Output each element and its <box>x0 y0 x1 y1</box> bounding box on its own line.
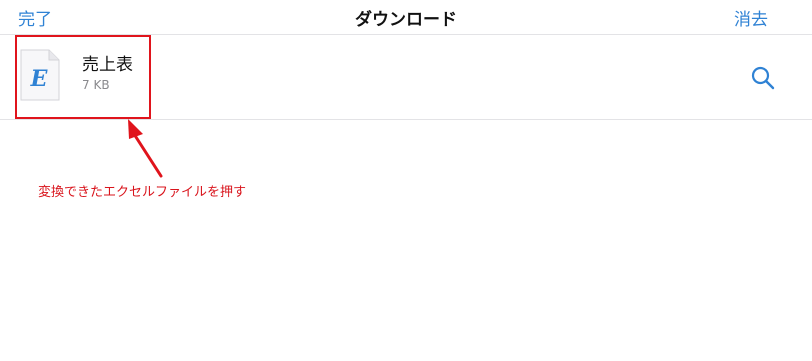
annotation-label: 変換できたエクセルファイルを押す <box>38 185 247 200</box>
navigation-bar: 完了 ダウンロード 消去 <box>0 0 812 35</box>
annotation-arrow-icon <box>128 119 163 178</box>
search-icon[interactable] <box>750 65 776 91</box>
page-title: ダウンロード <box>355 10 457 30</box>
clear-button[interactable]: 消去 <box>734 5 768 30</box>
highlight-box <box>15 35 151 119</box>
